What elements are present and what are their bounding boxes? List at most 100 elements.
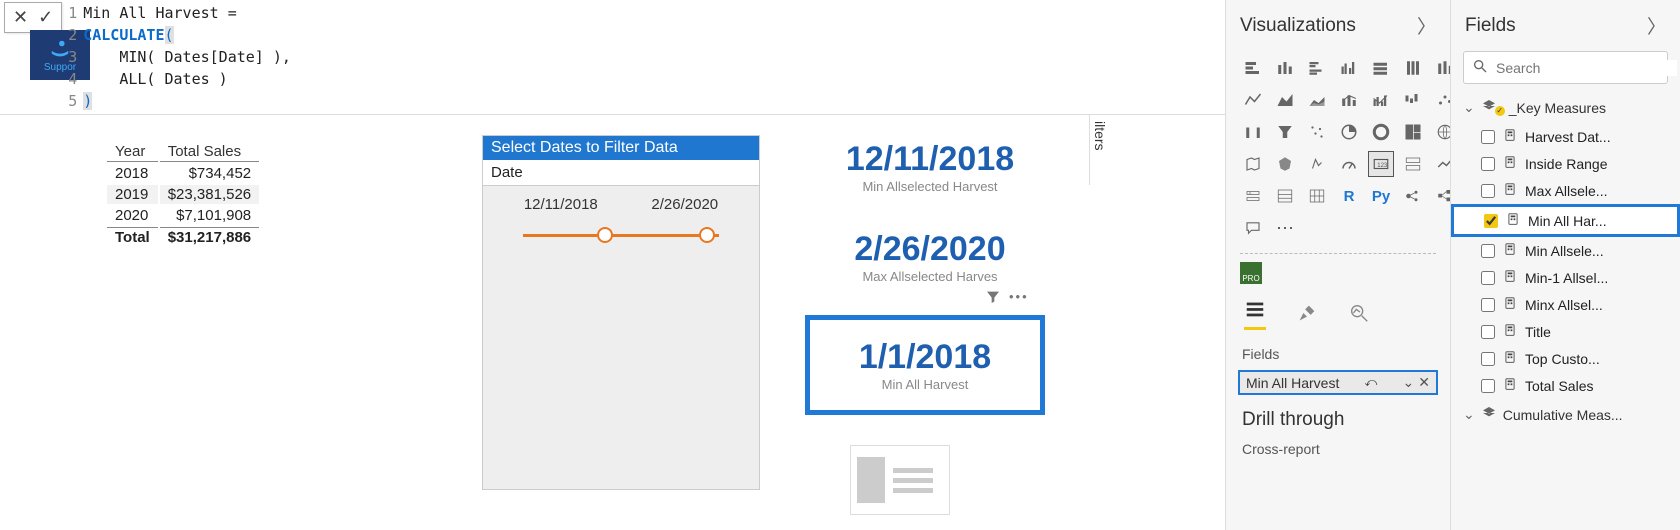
table-icon[interactable]	[1272, 183, 1298, 209]
fields-search-input[interactable]	[1496, 60, 1677, 76]
slicer-to[interactable]: 2/26/2020	[651, 196, 718, 213]
collapse-viz-pane[interactable]: 〉	[1417, 12, 1436, 39]
gauge-icon[interactable]	[1336, 151, 1362, 177]
multi-row-card-icon[interactable]	[1400, 151, 1426, 177]
funnel-icon[interactable]	[1272, 119, 1298, 145]
stacked-area-icon[interactable]	[1304, 87, 1330, 113]
field-checkbox[interactable]	[1481, 379, 1495, 393]
card-max-allselected[interactable]: 2/26/2020 Max Allselected Harves	[800, 230, 1060, 284]
clustered-bar-icon[interactable]	[1304, 55, 1330, 81]
line-chart-icon[interactable]	[1240, 87, 1266, 113]
field-item[interactable]: Top Custo...	[1451, 345, 1680, 372]
field-item[interactable]: Harvest Dat...	[1451, 123, 1680, 150]
key-influencers-icon[interactable]	[1400, 183, 1426, 209]
slicer-slider[interactable]	[523, 225, 719, 245]
analytics-tab-icon[interactable]	[1348, 302, 1370, 327]
formula-gutter: 1 2 3 4 5	[68, 2, 83, 112]
report-canvas[interactable]: ilters YearTotal Sales 2018$734,452 2019…	[0, 115, 1110, 530]
fields-search[interactable]	[1463, 51, 1668, 84]
field-table-key-measures[interactable]: ⌄ ✓ _Key Measures	[1451, 92, 1680, 123]
field-checkbox[interactable]	[1481, 352, 1495, 366]
hundred-stacked-column-icon[interactable]	[1400, 55, 1426, 81]
field-table-cumulative[interactable]: ⌄ Cumulative Meas...	[1451, 399, 1680, 430]
r-visual-icon[interactable]: R	[1336, 183, 1362, 209]
measure-icon	[1503, 269, 1517, 286]
get-more-visuals-icon[interactable]: ⋯	[1272, 215, 1298, 241]
field-checkbox[interactable]	[1484, 214, 1498, 228]
field-item[interactable]: Minx Allsel...	[1451, 291, 1680, 318]
donut-icon[interactable]	[1368, 119, 1394, 145]
svg-text:123: 123	[1377, 163, 1388, 169]
field-checkbox[interactable]	[1481, 244, 1495, 258]
slicer-field-label[interactable]: Date	[483, 160, 759, 186]
field-item[interactable]: Total Sales	[1451, 372, 1680, 399]
placeholder-visual[interactable]	[850, 445, 950, 515]
cancel-formula-button[interactable]: ✕	[13, 7, 28, 28]
waterfall-icon[interactable]	[1400, 87, 1426, 113]
card-min-all-harvest[interactable]: 1/1/2018 Min All Harvest	[805, 315, 1045, 415]
format-tab-icon[interactable]	[1296, 302, 1318, 327]
field-checkbox[interactable]	[1481, 184, 1495, 198]
filled-map-icon[interactable]	[1240, 151, 1266, 177]
field-checkbox[interactable]	[1481, 130, 1495, 144]
filters-collapsed-tab[interactable]: ilters	[1089, 115, 1110, 185]
slider-handle-start[interactable]	[597, 227, 613, 243]
line-clustered-column-icon[interactable]	[1368, 87, 1394, 113]
layers-icon	[1481, 98, 1497, 117]
fields-tab-icon[interactable]	[1244, 298, 1266, 330]
measure-icon	[1503, 242, 1517, 259]
clustered-column-icon[interactable]	[1336, 55, 1362, 81]
col-year[interactable]: Year	[107, 142, 158, 162]
qa-visual-icon[interactable]	[1240, 215, 1266, 241]
fields-title: Fields	[1465, 15, 1516, 37]
field-item[interactable]: Min All Har...	[1451, 204, 1680, 237]
table-row[interactable]: 2018$734,452	[107, 164, 259, 183]
field-item[interactable]: Min Allsele...	[1451, 237, 1680, 264]
field-checkbox[interactable]	[1481, 298, 1495, 312]
slicer-from[interactable]: 12/11/2018	[524, 196, 598, 213]
card-icon[interactable]: 123	[1368, 151, 1394, 177]
field-item[interactable]: Title	[1451, 318, 1680, 345]
collapse-fields-pane[interactable]: 〉	[1647, 12, 1666, 39]
area-chart-icon[interactable]	[1272, 87, 1298, 113]
slicer-icon[interactable]: A	[1240, 183, 1266, 209]
field-item[interactable]: Max Allsele...	[1451, 177, 1680, 204]
field-well[interactable]: Min All Harvest ⤺ ⌄ ✕	[1238, 370, 1438, 395]
field-item[interactable]: Min-1 Allsel...	[1451, 264, 1680, 291]
field-well-remove[interactable]: ✕	[1418, 374, 1430, 391]
commit-formula-button[interactable]: ✓	[38, 7, 53, 28]
pro-badge-icon[interactable]: PRO	[1240, 262, 1262, 284]
filter-icon[interactable]	[985, 289, 1001, 308]
layers-icon	[1481, 405, 1497, 424]
field-well-value: Min All Harvest	[1246, 375, 1339, 391]
ribbon-chart-icon[interactable]	[1240, 119, 1266, 145]
field-checkbox[interactable]	[1481, 157, 1495, 171]
cross-report-label[interactable]: Cross-report	[1226, 435, 1450, 463]
table-row[interactable]: 2020$7,101,908	[107, 206, 259, 225]
col-total-sales[interactable]: Total Sales	[160, 142, 259, 162]
matrix-icon[interactable]	[1304, 183, 1330, 209]
more-options-icon[interactable]: •••	[1009, 289, 1029, 308]
field-label: Total Sales	[1525, 378, 1593, 394]
field-checkbox[interactable]	[1481, 325, 1495, 339]
field-checkbox[interactable]	[1481, 271, 1495, 285]
field-well-dropdown[interactable]: ⌄	[1403, 374, 1415, 391]
date-slicer[interactable]: Select Dates to Filter Data Date 12/11/2…	[482, 135, 760, 490]
stacked-column-icon[interactable]	[1272, 55, 1298, 81]
card-min-allselected[interactable]: 12/11/2018 Min Allselected Harvest	[800, 140, 1060, 194]
table-row[interactable]: 2019$23,381,526	[107, 185, 259, 204]
scatter-chart-icon[interactable]	[1304, 119, 1330, 145]
pie-icon[interactable]	[1336, 119, 1362, 145]
python-visual-icon[interactable]: Py	[1368, 183, 1394, 209]
slider-handle-end[interactable]	[699, 227, 715, 243]
hundred-stacked-bar-icon[interactable]	[1368, 55, 1394, 81]
treemap-icon[interactable]	[1400, 119, 1426, 145]
formula-code[interactable]: Min All Harvest = CALCULATE( MIN( Dates[…	[83, 2, 291, 112]
stacked-bar-icon[interactable]	[1240, 55, 1266, 81]
azure-map-icon[interactable]	[1304, 151, 1330, 177]
sales-table[interactable]: YearTotal Sales 2018$734,452 2019$23,381…	[105, 140, 261, 249]
line-stacked-column-icon[interactable]	[1336, 87, 1362, 113]
shape-map-icon[interactable]	[1272, 151, 1298, 177]
field-item[interactable]: Inside Range	[1451, 150, 1680, 177]
search-icon	[1472, 58, 1488, 77]
